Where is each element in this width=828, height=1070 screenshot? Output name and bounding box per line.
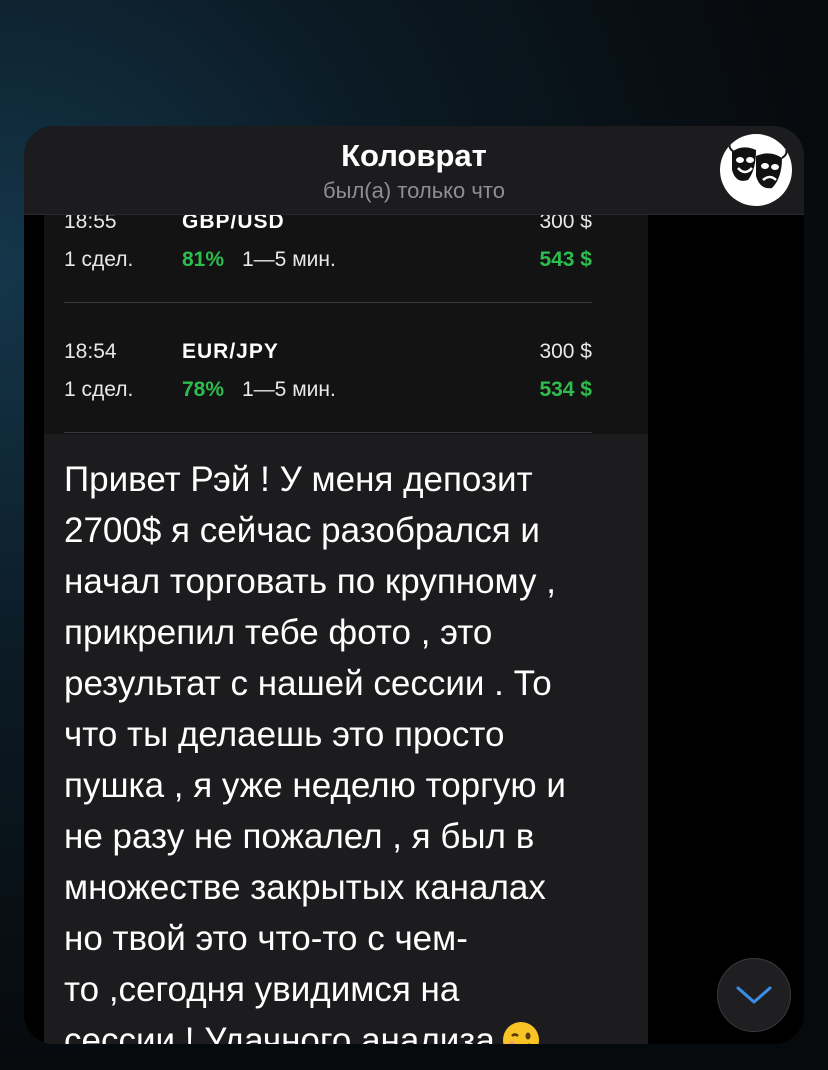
scroll-down-button[interactable] <box>717 958 791 1032</box>
message-line: множестве закрытых каналах <box>64 868 546 907</box>
message-line: сессии ! Удачного анализа <box>64 1021 495 1044</box>
message-line: начал торговать по крупному , <box>64 562 556 601</box>
message-line-last: сессии ! Удачного анализа <box>64 1015 624 1044</box>
chat-status: был(а) только что <box>323 178 505 203</box>
divider <box>64 302 592 303</box>
message-text: Привет Рэй ! У меня депозит 2700$ я сейч… <box>64 454 624 1044</box>
message-line: пушка , я уже неделю торгую и <box>64 766 566 805</box>
message-line: Привет Рэй ! У меня депозит <box>64 460 533 499</box>
trade-pair: EUR/JPY <box>182 340 279 363</box>
message-line: 2700$ я сейчас разобрался и <box>64 511 540 550</box>
message-line: что ты делаешь это просто <box>64 715 505 754</box>
trade-percent: 78% <box>182 378 225 401</box>
message-line: не разу не пожалел , я был в <box>64 817 535 856</box>
theater-masks-icon <box>728 143 788 189</box>
message-line: но твой это что-то с чем- <box>64 919 468 958</box>
trade-payout: 534 $ <box>539 378 592 401</box>
trade-deals: 1 сдел. <box>64 248 134 271</box>
trade-amount: 300 $ <box>539 340 592 363</box>
avatar[interactable] <box>720 134 792 206</box>
chat-header: Коловрат был(а) только что <box>24 126 804 215</box>
trade-percent: 81% <box>182 248 225 271</box>
message-line: то ,сегодня увидимся на <box>64 970 460 1009</box>
trade-payout: 543 $ <box>539 248 592 271</box>
trade-time: 18:54 <box>64 340 117 363</box>
chat-window: Коловрат был(а) только что 18:55 GBP/USD… <box>24 126 804 1044</box>
message-line: прикрепил тебе фото , это <box>64 613 493 652</box>
trade-duration: 1—5 мин. <box>242 248 336 271</box>
divider <box>64 432 592 433</box>
chat-title[interactable]: Коловрат <box>24 138 804 174</box>
message-bubble[interactable]: 18:55 GBP/USD 300 $ 1 сдел. 81% 1—5 мин.… <box>44 126 648 1044</box>
chevron-down-icon <box>736 986 772 1004</box>
message-line: результат с нашей сессии . То <box>64 664 552 703</box>
winking-face-emoji <box>501 1020 541 1044</box>
trade-deals: 1 сдел. <box>64 378 134 401</box>
trade-duration: 1—5 мин. <box>242 378 336 401</box>
